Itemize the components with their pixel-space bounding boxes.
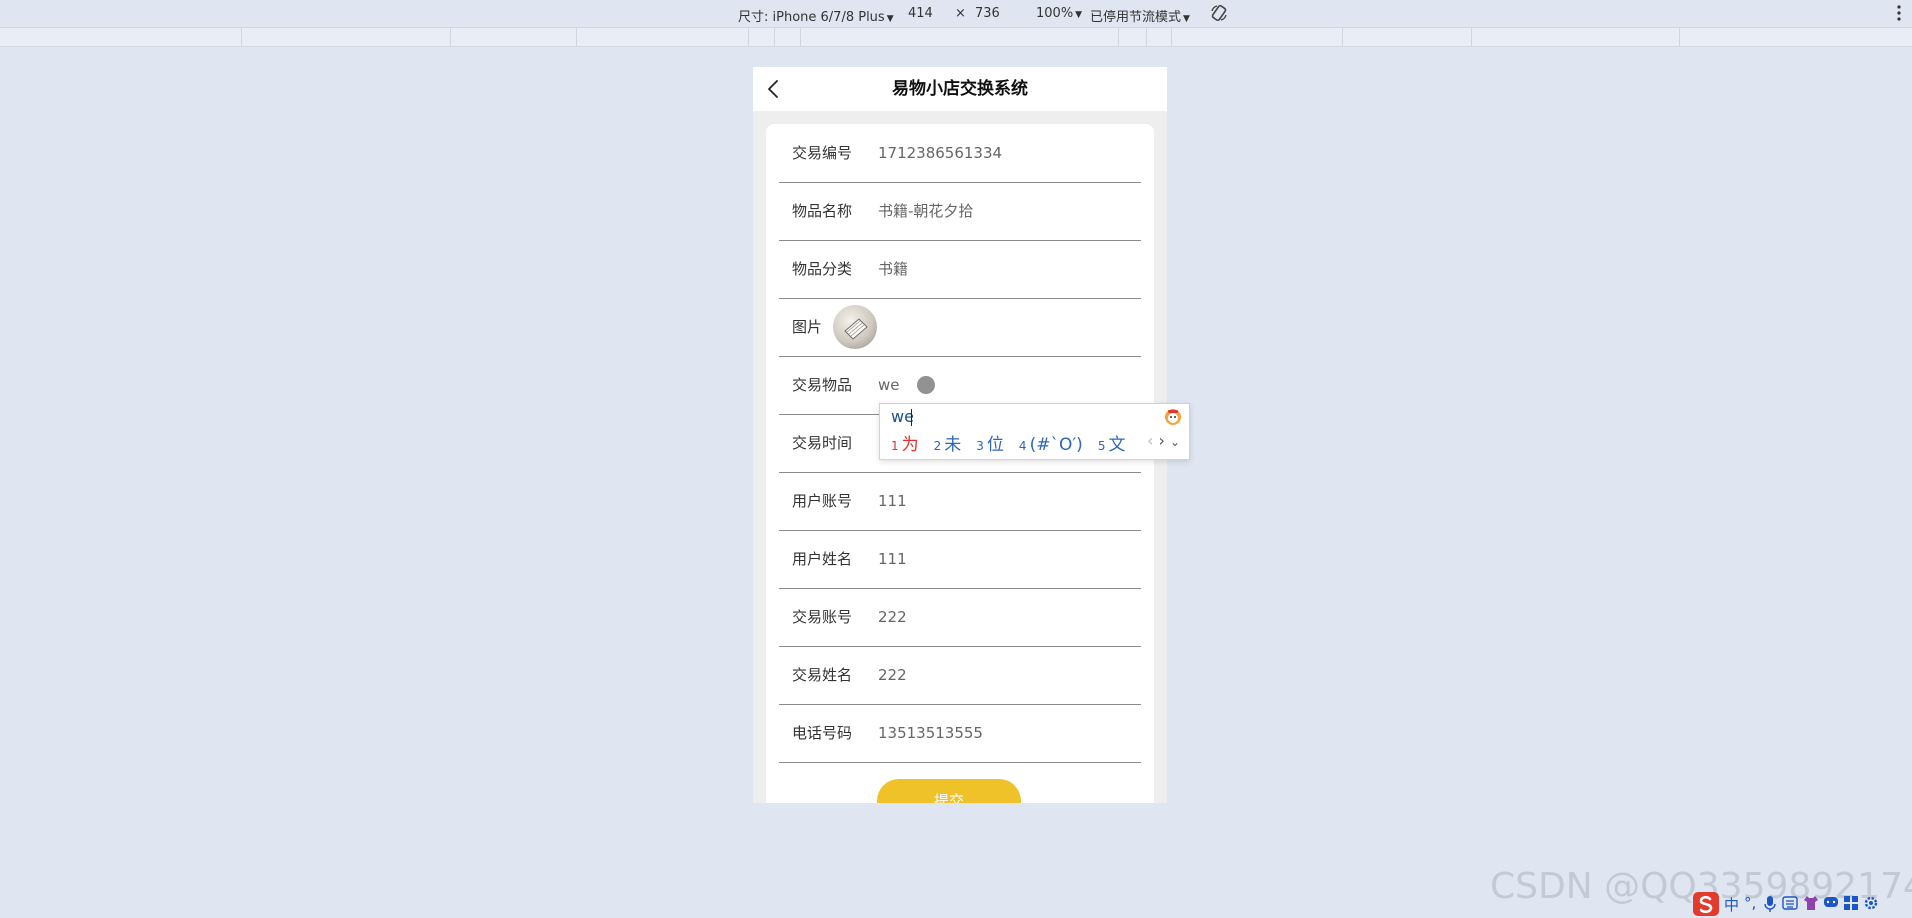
media-query-segment[interactable] [1342,28,1343,46]
ime-page-controls: ‹ › ⌄ [1147,431,1180,450]
ime-candidate-popup: we 1 为 2 未 3 位 4 (#`O′) 5 文 ‹ › ⌄ [879,403,1190,460]
throttle-select[interactable]: 已停用节流模式 ▼ [1090,6,1190,25]
media-query-segment[interactable] [1679,28,1680,46]
skin-shirt-icon[interactable] [1802,894,1820,912]
submit-button[interactable]: 提交 [877,779,1021,803]
media-query-segment[interactable] [1171,28,1172,46]
chevron-down-icon: ▼ [1183,14,1190,24]
ime-status-tray: 中 °, [1692,890,1912,918]
trade-account-input[interactable]: 222 [878,588,907,646]
field-label: 交易物品 [792,376,853,394]
form-row-image: 图片 [779,298,1141,357]
form-row-phone: 电话号码 13513513555 [779,704,1141,763]
media-query-bar [0,28,1912,47]
device-label: 尺寸: iPhone 6/7/8 Plus [738,10,885,25]
text-caret [911,409,912,426]
zoom-select[interactable]: 100% ▼ [1036,6,1082,21]
media-query-segment[interactable] [1146,28,1147,46]
form-row-trade-name: 交易姓名 222 [779,646,1141,705]
field-label: 交易编号 [792,144,853,162]
ime-lang-indicator[interactable]: 中 [1724,894,1739,915]
chevron-right-icon[interactable]: › [1159,431,1165,450]
ime-candidate[interactable]: 5文 [1098,430,1126,455]
media-query-segment[interactable] [576,28,577,46]
ime-candidate[interactable]: 2未 [934,430,962,455]
device-height-input[interactable]: 736 [975,6,1000,21]
field-label: 图片 [792,318,823,336]
field-label: 交易时间 [792,434,853,452]
book-image-icon [844,318,868,340]
form-row-item-category: 物品分类 书籍 [779,240,1141,299]
media-query-segment[interactable] [450,28,451,46]
field-label: 交易姓名 [792,666,853,684]
form-row-user-name: 用户姓名 111 [779,530,1141,589]
form-row-trade-account: 交易账号 222 [779,588,1141,647]
media-query-segment[interactable] [241,28,242,46]
field-label: 电话号码 [792,724,853,742]
form-card: 交易编号 1712386561334 物品名称 书籍-朝花夕拾 物品分类 书籍 … [766,124,1154,803]
dimension-separator: × [955,6,966,21]
form-row-trade-number: 交易编号 1712386561334 [779,124,1141,183]
item-image-thumbnail[interactable] [833,305,877,349]
trade-number-input[interactable]: 1712386561334 [878,124,1002,182]
sogou-logo-icon[interactable] [1693,892,1719,916]
ime-skin-icon[interactable] [1164,408,1182,426]
item-name-input[interactable]: 书籍-朝花夕拾 [878,182,973,240]
more-options-icon[interactable] [1896,3,1902,23]
punctuation-icon[interactable]: °, [1744,894,1756,912]
form-row-user-account: 用户账号 111 [779,472,1141,531]
devtools-device-toolbar: 尺寸: iPhone 6/7/8 Plus ▼ 414 × 736 100% ▼ 已… [0,0,1912,28]
form-row-item-name: 物品名称 书籍-朝花夕拾 [779,182,1141,241]
media-query-segment[interactable] [774,28,775,46]
trade-name-input[interactable]: 222 [878,646,907,704]
phone-input[interactable]: 13513513555 [878,704,983,762]
settings-gear-icon[interactable] [1863,895,1879,911]
nav-bar: 易物小店交换系统 [753,67,1167,111]
ime-candidate[interactable]: 4 (#`O′) [1019,435,1083,455]
ime-candidate[interactable]: 1为 [891,430,919,455]
media-query-segment[interactable] [748,28,749,46]
item-category-input[interactable]: 书籍 [878,240,908,298]
page-title: 易物小店交换系统 [892,79,1028,99]
field-label: 交易账号 [792,608,853,626]
chevron-down-icon: ▼ [1075,10,1083,20]
user-name-input[interactable]: 111 [878,530,907,588]
microphone-icon[interactable] [1764,895,1776,913]
field-label: 物品名称 [792,202,853,220]
device-select[interactable]: 尺寸: iPhone 6/7/8 Plus ▼ [738,6,894,25]
media-query-segment[interactable] [800,28,801,46]
throttle-label: 已停用节流模式 [1090,10,1182,25]
user-account-input[interactable]: 111 [878,472,907,530]
touch-cursor-icon [917,376,935,394]
chevron-left-icon[interactable]: ‹ [1147,431,1153,450]
media-query-segment[interactable] [1118,28,1119,46]
field-label: 用户姓名 [792,550,853,568]
rotate-icon[interactable] [1209,3,1229,23]
field-label: 用户账号 [792,492,853,510]
chevron-down-icon[interactable]: ⌄ [1170,435,1180,449]
keyboard-icon[interactable] [1782,895,1798,911]
field-label: 物品分类 [792,260,853,278]
ime-candidate-list: 1 为 2 未 3 位 4 (#`O′) 5 文 [891,430,1140,455]
zoom-label: 100% [1036,6,1074,21]
chat-icon[interactable] [1823,896,1839,910]
chevron-down-icon: ▼ [886,14,894,24]
ime-candidate[interactable]: 3位 [976,430,1004,455]
toolbox-grid-icon[interactable] [1843,895,1859,911]
device-width-input[interactable]: 414 [908,6,933,21]
media-query-segment[interactable] [1471,28,1472,46]
